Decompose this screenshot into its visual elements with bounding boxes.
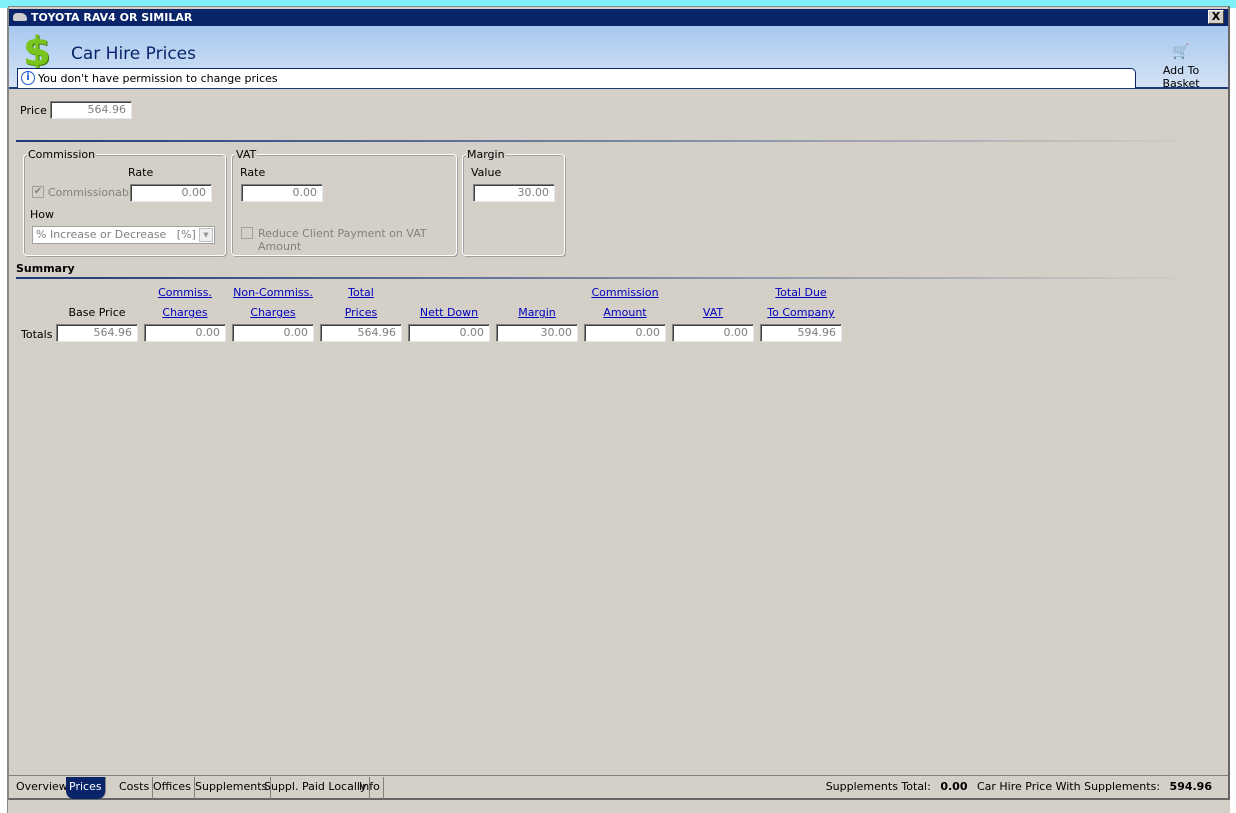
status-summary: Supplements Total: 0.00 Car Hire Price W… [826, 780, 1218, 793]
tab-supplements[interactable]: Supplements [192, 777, 272, 799]
supplements-total-value: 0.00 [940, 780, 968, 793]
summary-header-line2[interactable]: Margin [496, 306, 578, 319]
background-window-left [0, 8, 8, 813]
tab-offices[interactable]: Offices [150, 777, 195, 799]
tab-bar: Overview Prices Costs Offices Supplements Sup… [9, 775, 1228, 799]
summary-total-field[interactable]: 564.96 [56, 324, 138, 342]
how-value: % Increase or Decrease [%] [36, 228, 196, 241]
summary-total-field[interactable]: 594.96 [760, 324, 842, 342]
summary-total-field[interactable]: 0.00 [584, 324, 666, 342]
price-label: Price [20, 104, 47, 117]
summary-total-field[interactable]: 0.00 [408, 324, 490, 342]
summary-header-line1[interactable]: Total [320, 286, 402, 299]
margin-value-field[interactable]: 30.00 [473, 184, 555, 202]
info-message: You don't have permission to change pric… [38, 72, 278, 85]
commission-group: Commission Rate ✔ Commissionable 0.00 Ho… [23, 148, 226, 256]
car-icon [13, 13, 27, 21]
page-title: Car Hire Prices [71, 44, 196, 64]
tab-info[interactable]: Info [356, 777, 384, 799]
summary-header-line1[interactable]: Total Due [760, 286, 842, 299]
background-window-right [1230, 8, 1236, 813]
vat-group-title: VAT [235, 148, 258, 161]
basket-icon: 🛒 [1172, 44, 1190, 60]
with-supplements-label: Car Hire Price With Supplements: [976, 780, 1161, 793]
price-field[interactable]: 564.96 [50, 101, 132, 119]
title-bar[interactable]: TOYOTA RAV4 OR SIMILAR X [9, 9, 1228, 26]
summary-title: Summary [16, 262, 75, 275]
margin-value-label: Value [471, 166, 502, 179]
vat-rate-label: Rate [240, 166, 266, 179]
summary-total-field[interactable]: 30.00 [496, 324, 578, 342]
summary-total-field[interactable]: 0.00 [232, 324, 314, 342]
margin-group: Margin Value 30.00 [462, 148, 565, 256]
vat-group: VAT Rate 0.00 Reduce Client Payment on V… [231, 148, 457, 256]
summary-header-line2: Base Price [68, 306, 126, 319]
divider [16, 140, 1206, 142]
summary-header-line1[interactable]: Commiss. [144, 286, 226, 299]
summary-total-field[interactable]: 0.00 [144, 324, 226, 342]
tab-costs[interactable]: Costs [116, 777, 154, 799]
summary-header-line2[interactable]: Charges [144, 306, 226, 319]
add-to-basket-label: Add To Basket [1162, 64, 1200, 90]
supplements-total-label: Supplements Total: [825, 780, 931, 793]
with-supplements-value: 594.96 [1169, 780, 1212, 793]
close-button[interactable]: X [1208, 10, 1224, 24]
summary-total-field[interactable]: 564.96 [320, 324, 402, 342]
commission-rate-label: Rate [128, 166, 154, 179]
info-icon: i [21, 71, 35, 85]
reduce-client-payment-checkbox[interactable] [241, 227, 253, 239]
info-bar: i You don't have permission to change pr… [17, 68, 1136, 88]
tab-suppl-paid-locally[interactable]: Suppl. Paid Locally [261, 777, 371, 799]
summary-total-field[interactable]: 0.00 [672, 324, 754, 342]
commission-group-title: Commission [27, 148, 97, 161]
summary-header-line2[interactable]: Amount [584, 306, 666, 319]
chevron-down-icon[interactable]: ▼ [199, 228, 213, 242]
summary-header-line2[interactable]: VAT [672, 306, 754, 319]
commissionable-checkbox[interactable]: ✔ [32, 186, 44, 198]
summary-divider [16, 277, 1206, 279]
margin-group-title: Margin [466, 148, 506, 161]
summary-header-line2[interactable]: Charges [232, 306, 314, 319]
vat-rate-field[interactable]: 0.00 [241, 184, 323, 202]
header-banner: $ Car Hire Prices 🛒 Add To Basket i You … [9, 26, 1228, 90]
how-label: How [30, 208, 54, 221]
car-hire-window: TOYOTA RAV4 OR SIMILAR X $ Car Hire Pric… [8, 6, 1230, 800]
summary-header-line2[interactable]: Prices [320, 306, 402, 319]
totals-label: Totals [21, 328, 53, 341]
summary-header-line1[interactable]: Commission [584, 286, 666, 299]
how-dropdown[interactable]: % Increase or Decrease [%] ▼ [32, 226, 215, 244]
commission-rate-field[interactable]: 0.00 [130, 184, 212, 202]
tab-prices[interactable]: Prices [66, 777, 106, 799]
commissionable-label: Commissionable [48, 186, 139, 199]
summary-header-line2[interactable]: Nett Down [408, 306, 490, 319]
add-to-basket-button[interactable]: 🛒 Add To Basket [1143, 44, 1219, 90]
reduce-client-payment-label: Reduce Client Payment on VAT Amount [258, 227, 427, 253]
window-title: TOYOTA RAV4 OR SIMILAR [31, 11, 193, 24]
tab-overview[interactable]: Overview [13, 777, 72, 799]
summary-header-line2[interactable]: To Company [760, 306, 842, 319]
summary-header-line1[interactable]: Non-Commiss. [232, 286, 314, 299]
